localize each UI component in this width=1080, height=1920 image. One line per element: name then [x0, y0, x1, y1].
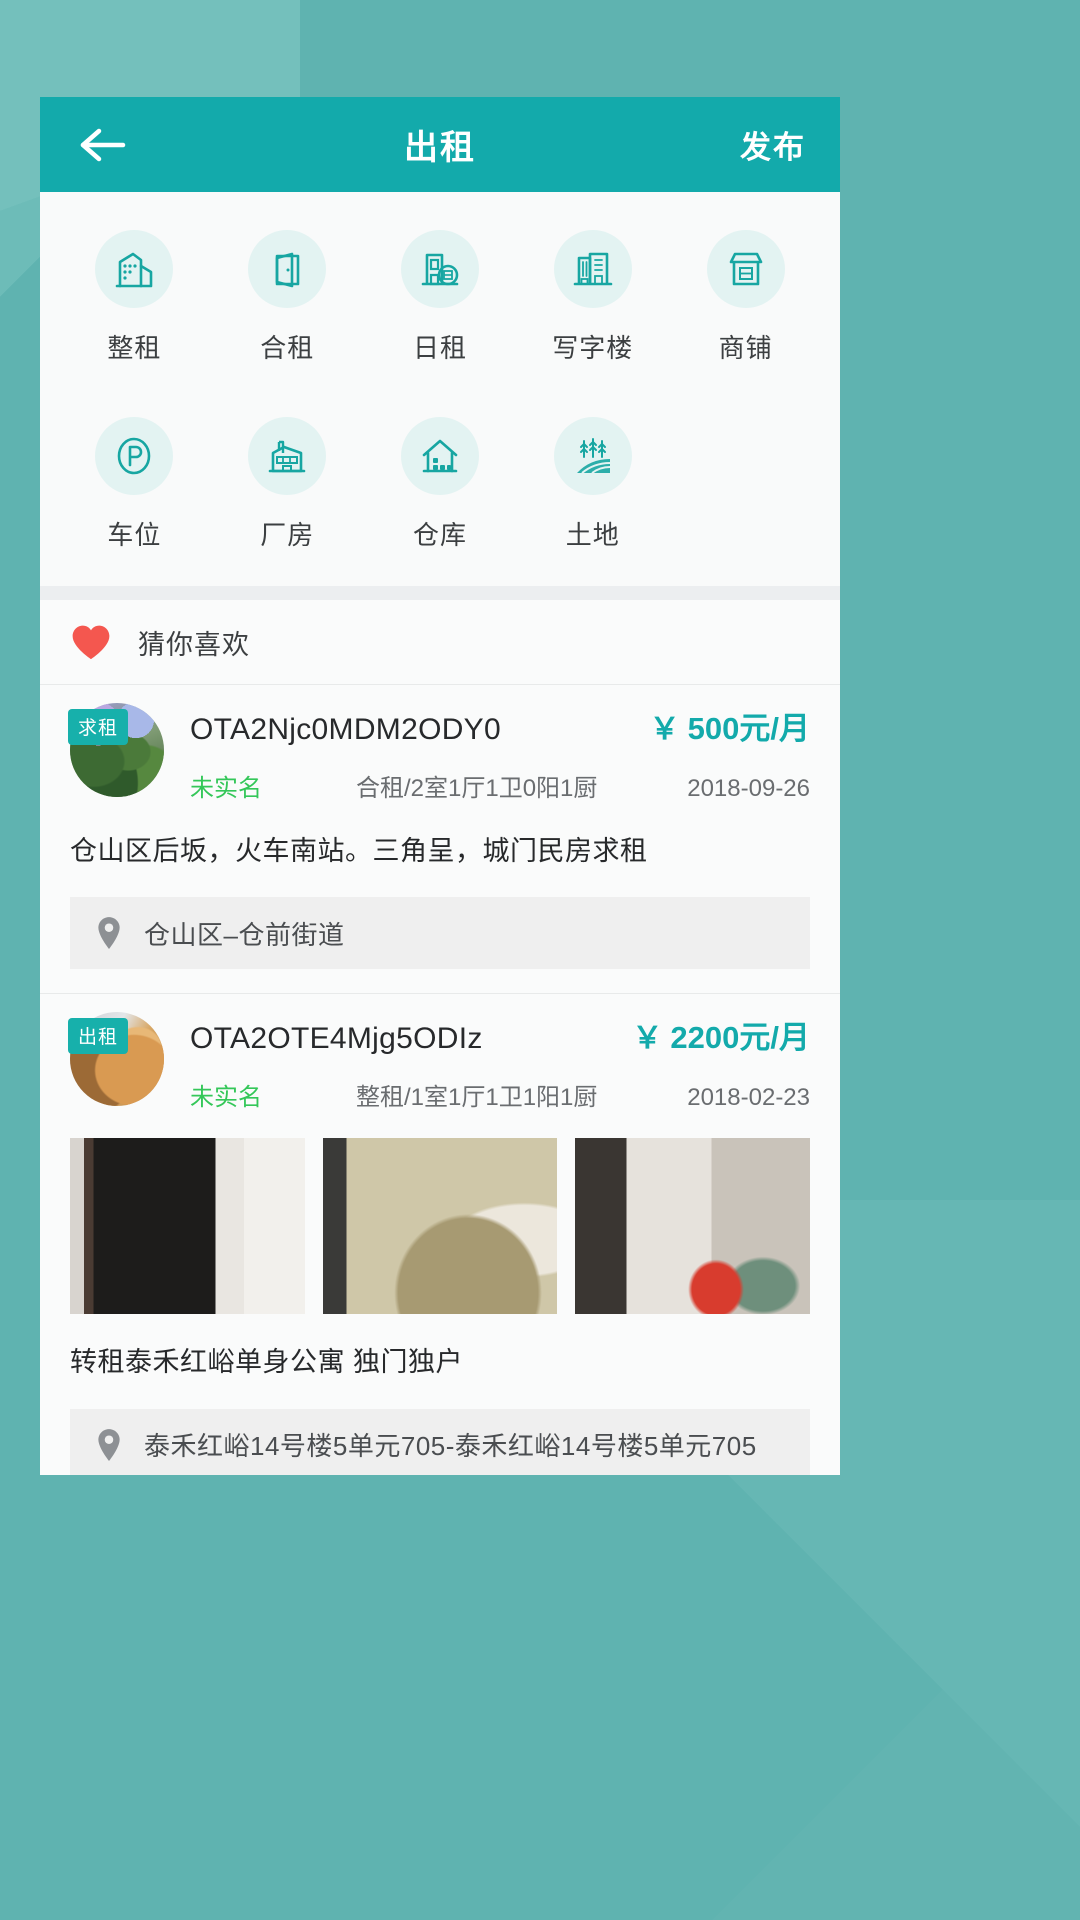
category-panel: 整租 合租 日租 写字楼 商铺 车位 厂房 仓库 土地	[40, 192, 840, 586]
category-icon-wrap	[248, 417, 327, 495]
category-label: 写字楼	[552, 333, 634, 363]
price-value: 500元/月	[687, 711, 810, 746]
heart-icon	[70, 621, 112, 663]
publish-button[interactable]: 发布	[740, 122, 806, 167]
listing-description: 转租泰禾红峪单身公寓 独门独户	[70, 1347, 464, 1378]
listing-title: OTA2OTE4Mjg5ODIz	[190, 1022, 483, 1056]
category-icon-wrap	[553, 230, 632, 308]
category-icon-wrap	[553, 417, 632, 495]
daily-rent-icon	[417, 246, 463, 292]
listing-row-title: OTA2Njc0MDM2ODY0 ￥ 500元/月	[190, 703, 810, 748]
bathroom-photo	[575, 1138, 811, 1315]
listing-row-meta: 未实名 整租/1室1厅1卫1阳1厨 2018-02-23	[190, 1077, 810, 1112]
factory-icon	[264, 433, 310, 479]
category-item-changfang[interactable]: 厂房	[211, 417, 364, 552]
building-icon	[111, 246, 157, 292]
listing-location-bar[interactable]: 仓山区–仓前街道	[70, 897, 810, 970]
listing-description: 仓山区后坂，火车南站。三角呈，城门民房求租	[70, 836, 648, 866]
listing-price: ￥ 500元/月	[650, 703, 810, 748]
listing-spec: 整租/1室1厅1卫1阳1厨	[356, 1084, 598, 1112]
listing-date: 2018-09-26	[687, 775, 810, 802]
category-label: 日租	[412, 333, 467, 363]
category-row-2: 车位 厂房 仓库 土地	[40, 417, 840, 552]
page-title: 出租	[404, 129, 476, 167]
price-value: 2200元/月	[670, 1020, 810, 1056]
bedroom-photo	[322, 1138, 558, 1315]
listing-thumbnail[interactable]	[322, 1138, 558, 1315]
category-item-xiezilou[interactable]: 写字楼	[516, 230, 669, 365]
listing-thumbnail[interactable]	[70, 1138, 305, 1315]
listing-spec: 合租/2室1厅1卫0阳1厨	[356, 775, 598, 802]
category-label: 厂房	[260, 520, 315, 550]
category-item-rizu[interactable]: 日租	[364, 230, 517, 365]
verify-status: 未实名	[190, 775, 262, 802]
listing-thumbnail[interactable]	[575, 1138, 811, 1315]
listing-row-meta: 未实名 合租/2室1厅1卫0阳1厨 2018-09-26	[190, 768, 810, 803]
avatar-wrap[interactable]: 求租	[68, 703, 164, 797]
listing-header: 求租 OTA2Njc0MDM2ODY0 ￥ 500元/月 未实名 合租/2室1厅…	[68, 703, 810, 803]
back-button[interactable]	[74, 117, 130, 173]
category-label: 车位	[107, 520, 162, 550]
listing-date: 2018-02-23	[687, 1084, 810, 1112]
listing-price: ￥ 2200元/月	[632, 1012, 810, 1057]
location-pin-icon	[96, 1428, 122, 1462]
category-item-hezu[interactable]: 合租	[211, 230, 364, 365]
listing-badge: 出租	[68, 1018, 129, 1055]
category-icon-wrap	[95, 230, 174, 308]
arrow-left-icon	[77, 125, 127, 165]
listing-card[interactable]: 出租 OTA2OTE4Mjg5ODIz ￥ 2200元/月 未实名 整租/1室1…	[40, 994, 840, 1475]
category-label: 合租	[260, 333, 315, 363]
currency-symbol: ￥	[632, 1022, 663, 1056]
office-icon	[570, 246, 616, 292]
category-row-1: 整租 合租 日租 写字楼 商铺	[40, 230, 840, 365]
category-icon-wrap	[400, 417, 479, 495]
category-label: 仓库	[412, 520, 467, 550]
category-label: 土地	[565, 520, 620, 550]
category-item-zhengzu[interactable]: 整租	[58, 230, 211, 365]
category-icon-wrap	[95, 417, 174, 495]
listing-location: 仓山区–仓前街道	[144, 919, 345, 950]
parking-icon	[111, 433, 157, 479]
location-pin-icon	[96, 916, 122, 950]
category-icon-wrap	[706, 230, 785, 308]
category-item-tudi[interactable]: 土地	[516, 417, 669, 552]
listing-body: OTA2Njc0MDM2ODY0 ￥ 500元/月 未实名 合租/2室1厅1卫0…	[190, 703, 810, 803]
listing-row-title: OTA2OTE4Mjg5ODIz ￥ 2200元/月	[190, 1012, 810, 1057]
category-label: 整租	[107, 333, 162, 363]
recommend-title: 猜你喜欢	[138, 629, 250, 660]
listing-header: 出租 OTA2OTE4Mjg5ODIz ￥ 2200元/月 未实名 整租/1室1…	[68, 1012, 810, 1112]
app-screen: 出租 发布 整租 合租 日租 写字楼 商铺 车位 厂房 仓库 土地 猜你喜欢 求…	[40, 97, 840, 1475]
listing-card[interactable]: 求租 OTA2Njc0MDM2ODY0 ￥ 500元/月 未实名 合租/2室1厅…	[40, 685, 840, 994]
category-icon-wrap	[400, 230, 479, 308]
app-header: 出租 发布	[40, 97, 840, 192]
listing-thumbnails	[70, 1138, 811, 1315]
room-doorway-photo	[70, 1138, 305, 1315]
category-item-shangpu[interactable]: 商铺	[669, 230, 822, 365]
warehouse-icon	[417, 433, 463, 479]
shop-icon	[723, 246, 769, 292]
land-icon	[570, 433, 616, 479]
avatar-wrap[interactable]: 出租	[68, 1012, 164, 1107]
listing-location-bar[interactable]: 泰禾红峪14号楼5单元705-泰禾红峪14号楼5单元705	[70, 1408, 810, 1475]
listing-badge: 求租	[68, 709, 129, 745]
listing-title: OTA2Njc0MDM2ODY0	[190, 713, 501, 746]
listing-location: 泰禾红峪14号楼5单元705-泰禾红峪14号楼5单元705	[144, 1431, 757, 1462]
category-item-cangku[interactable]: 仓库	[364, 417, 517, 552]
section-divider	[40, 586, 840, 600]
category-item-cheweI[interactable]: 车位	[58, 417, 211, 552]
card-gap	[70, 969, 810, 994]
currency-symbol: ￥	[649, 713, 680, 746]
category-label: 商铺	[718, 333, 773, 363]
category-item-placeholder	[669, 417, 822, 552]
door-icon	[264, 246, 310, 292]
listing-body: OTA2OTE4Mjg5ODIz ￥ 2200元/月 未实名 整租/1室1厅1卫…	[190, 1012, 810, 1112]
recommend-header: 猜你喜欢	[40, 600, 840, 684]
category-icon-wrap	[248, 230, 327, 308]
verify-status: 未实名	[190, 1084, 262, 1112]
